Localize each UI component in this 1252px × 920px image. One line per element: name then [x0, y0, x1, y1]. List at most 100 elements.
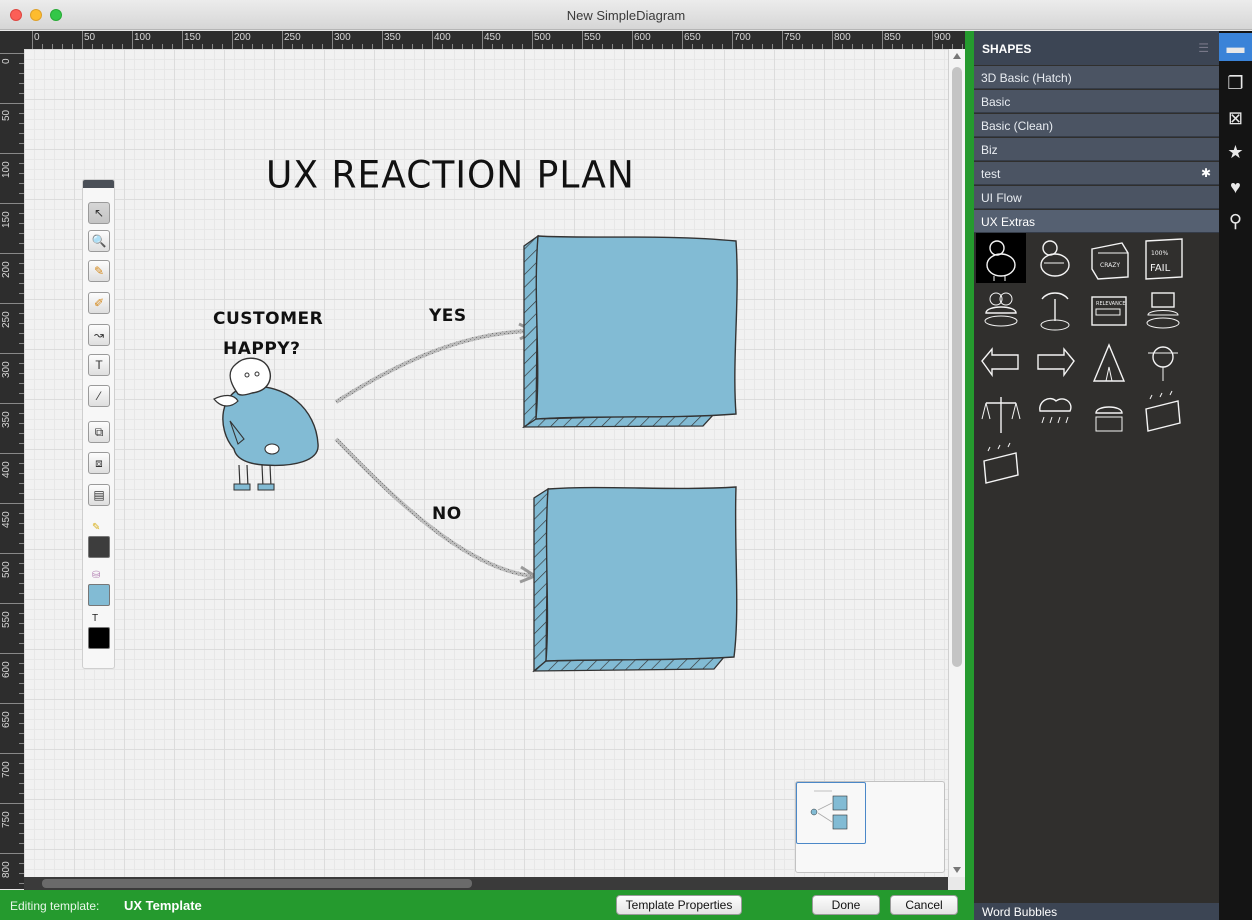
customer-question-line2[interactable]: HAPPY? [223, 339, 300, 359]
scales-shape[interactable] [976, 389, 1026, 439]
template-properties-button[interactable]: Template Properties [616, 895, 742, 915]
ruler-tick [0, 203, 24, 204]
horizontal-scroll-thumb[interactable] [42, 879, 472, 888]
diagram-canvas[interactable]: UX REACTION PLAN CUSTOMER HAPPY? YES NO … [24, 49, 948, 877]
ruler-tick [0, 403, 24, 404]
done-button[interactable]: Done [812, 895, 880, 915]
copy-icon[interactable]: ❐ [1219, 69, 1252, 97]
customer-figure[interactable] [213, 357, 319, 491]
ruler-tick [832, 31, 833, 49]
ruler-left-label: 200 [1, 261, 12, 278]
ruler-top-label: 600 [634, 32, 651, 43]
yes-label[interactable]: YES [429, 306, 467, 326]
ruler-tick [782, 31, 783, 49]
connector-icon: ↝ [93, 328, 105, 342]
ruler-left-label: 50 [1, 109, 12, 121]
yes-arrow[interactable] [334, 322, 538, 404]
ruler-tick [0, 103, 24, 104]
text-tool[interactable]: T [88, 354, 110, 376]
vertical-scroll-thumb[interactable] [952, 67, 962, 667]
shape-category-item[interactable]: test ✱ [974, 162, 1219, 185]
list-menu-icon[interactable]: ☰ [1198, 41, 1209, 55]
ruler-top-label: 850 [884, 32, 901, 43]
eyedropper-tool[interactable]: ⁄ [88, 385, 110, 407]
vertical-scrollbar[interactable] [948, 49, 965, 877]
right-arrow-sign-shape[interactable] [1030, 337, 1080, 387]
svg-text:FAIL: FAIL [1150, 263, 1171, 274]
yes-box-shape[interactable] [521, 234, 738, 429]
palette-drag-handle[interactable] [83, 180, 114, 188]
select-tool[interactable]: ↖ [88, 202, 110, 224]
bring-front-tool[interactable]: ⧉ [88, 421, 110, 443]
svg-text:100%: 100% [1151, 250, 1168, 257]
editing-template-label: Editing template: [10, 899, 100, 913]
tree-on-box-shape[interactable] [1084, 389, 1134, 439]
no-label[interactable]: NO [432, 504, 462, 524]
zoom-tool[interactable]: 🔍 [88, 230, 110, 252]
shape-category-item[interactable]: Basic (Clean) [974, 114, 1219, 137]
image-icon[interactable]: ⊠ [1219, 104, 1252, 132]
vertical-ruler: 0 50 100 150 200 250 300 350 400 450 500 550 600 650 7… [0, 31, 24, 889]
ruler-tick [32, 31, 33, 49]
shape-category-item[interactable]: UX Extras [974, 210, 1219, 233]
sparkling-box-shape[interactable] [1138, 389, 1188, 439]
ruler-tick [432, 31, 433, 49]
stroke-color-swatch[interactable] [88, 536, 110, 558]
comment-icon[interactable]: ▬ [1219, 33, 1252, 61]
bottom-bar: Editing template: UX Template Template P… [0, 890, 965, 920]
ruler-top-label: 350 [384, 32, 401, 43]
shape-category-item[interactable]: UI Flow [974, 186, 1219, 209]
ruler-tick [232, 31, 233, 49]
relevance-bar-shape[interactable]: RELEVANCE [1084, 285, 1134, 335]
minimap-viewport[interactable] [796, 782, 866, 844]
tree-island-shape[interactable] [976, 285, 1026, 335]
customer-shape[interactable] [976, 233, 1026, 283]
cancel-button[interactable]: Cancel [890, 895, 958, 915]
panel-splitter[interactable] [965, 31, 974, 920]
fill-color-swatch[interactable] [88, 584, 110, 606]
left-arrow-sign-shape[interactable] [976, 337, 1026, 387]
ruler-tick [482, 31, 483, 49]
pencil-tool[interactable]: ✎ [88, 260, 110, 282]
crazy-circles-box-shape[interactable]: CRAZY [1084, 233, 1134, 283]
search-icon[interactable]: ⚲ [1219, 207, 1252, 235]
highlighter-icon: ✐ [93, 296, 105, 310]
ruler-top-label: 650 [684, 32, 701, 43]
star-icon[interactable]: ★ [1219, 138, 1252, 166]
heart-icon[interactable]: ♥ [1219, 173, 1252, 201]
rain-cloud-shape[interactable] [1030, 389, 1080, 439]
palm-island-shape[interactable] [1030, 285, 1080, 335]
horizontal-scrollbar[interactable] [24, 877, 948, 890]
tools-palette: ↖ 🔍 ✎ ✐ ↝ T ⁄ ⧉ ⧈ ▤ ✎ ⛁ T [82, 179, 115, 669]
ruler-tick [0, 53, 24, 54]
word-bubbles-category[interactable]: Word Bubbles [974, 903, 1219, 920]
shapes-header: SHAPES ☰ [974, 31, 1219, 65]
customer-question-line1[interactable]: CUSTOMER [213, 309, 323, 329]
shape-category-item[interactable]: 3D Basic (Hatch) [974, 66, 1219, 89]
ruler-tick [182, 31, 183, 49]
teepee-shape[interactable] [1084, 337, 1134, 387]
diagram-title[interactable]: UX REACTION PLAN [266, 154, 635, 197]
shape-category-item[interactable]: Basic [974, 90, 1219, 113]
ruler-tick [582, 31, 583, 49]
ruler-tick [932, 31, 933, 49]
send-back-tool[interactable]: ⧈ [88, 452, 110, 474]
no-box-shape[interactable] [532, 486, 738, 673]
arrange-tool[interactable]: ▤ [88, 484, 110, 506]
ruler-top-label: 450 [484, 32, 501, 43]
connector-tool[interactable]: ↝ [88, 324, 110, 346]
scroll-up-icon[interactable] [953, 53, 961, 59]
sparkling-box-2-shape[interactable] [976, 441, 1026, 491]
ruler-tick [0, 603, 24, 604]
shape-category-item[interactable]: Biz [974, 138, 1219, 161]
computer-on-island-shape[interactable] [1138, 285, 1188, 335]
thinking-customer-shape[interactable] [1030, 233, 1080, 283]
ruler-top-label: 550 [584, 32, 601, 43]
highlighter-tool[interactable]: ✐ [88, 292, 110, 314]
text-color-swatch[interactable] [88, 627, 110, 649]
minimap[interactable] [795, 781, 945, 873]
scroll-down-icon[interactable] [953, 867, 961, 873]
fail-sign-shape[interactable]: 100% FAIL [1138, 233, 1188, 283]
unicycle-shape[interactable] [1138, 337, 1188, 387]
ruler-tick [532, 31, 533, 49]
